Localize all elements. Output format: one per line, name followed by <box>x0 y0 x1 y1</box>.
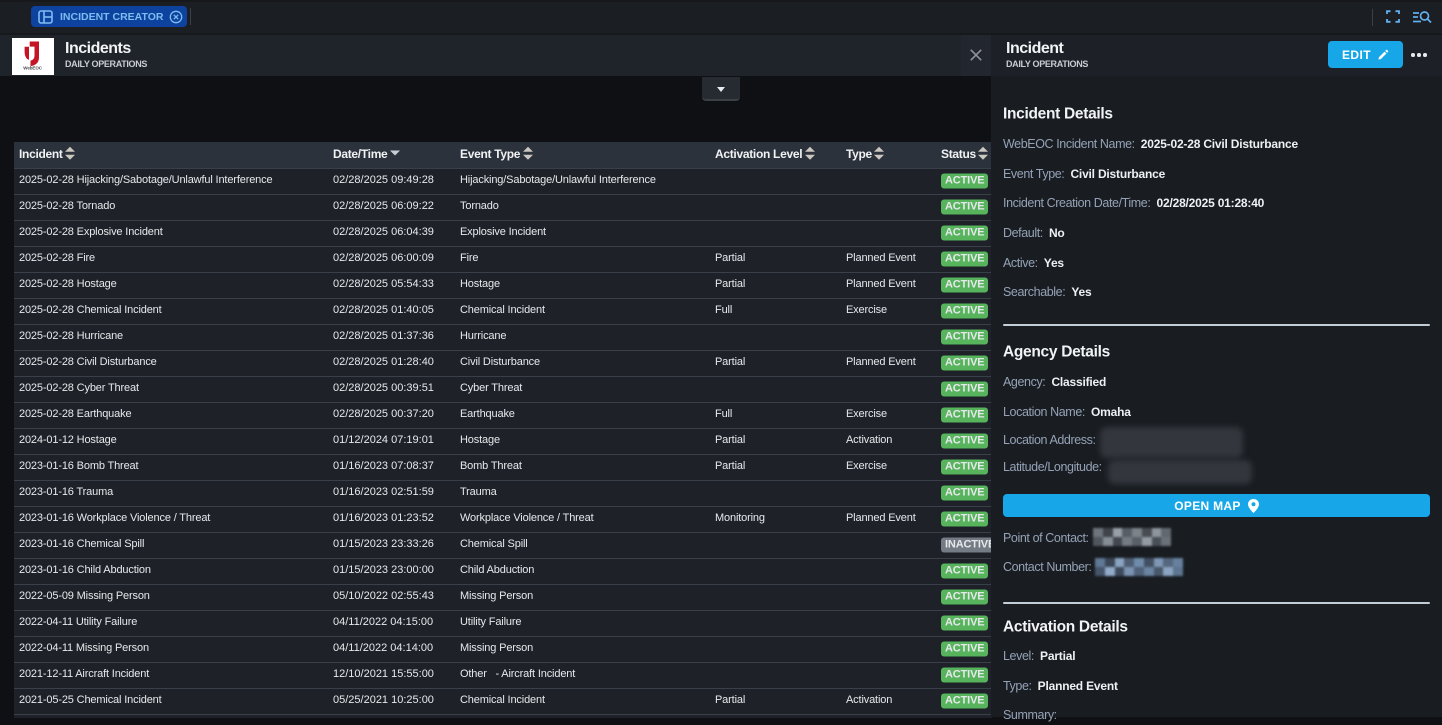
svg-text:WebEOC: WebEOC <box>23 66 42 71</box>
